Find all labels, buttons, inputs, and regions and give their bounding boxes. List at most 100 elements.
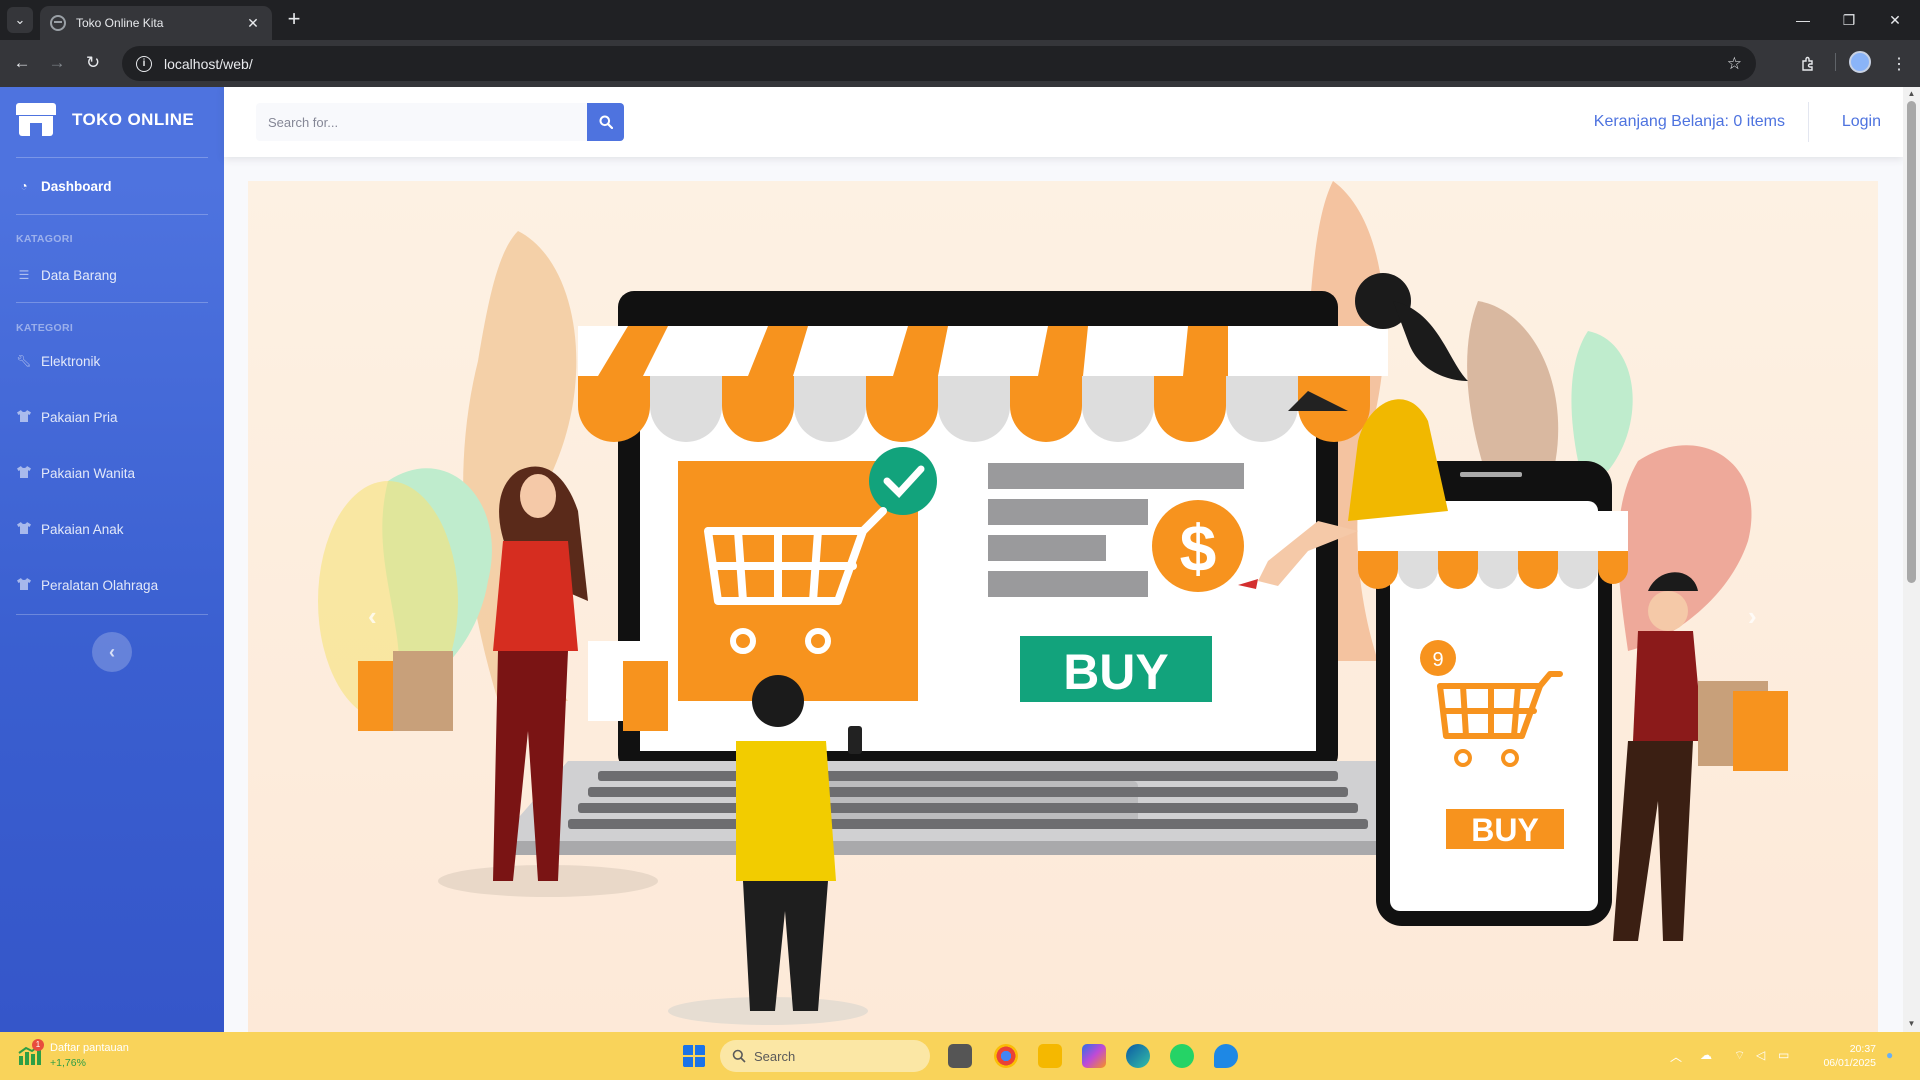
- toolbar-divider: [1835, 53, 1836, 71]
- browser-tab[interactable]: Toko Online Kita ✕: [40, 6, 272, 40]
- windows-start-icon[interactable]: [682, 1044, 706, 1068]
- sidebar: TOKO ONLINE ◔ Dashboard KATAGORI ☰ Data …: [0, 87, 224, 1032]
- wrench-icon: 🔧︎: [16, 354, 32, 368]
- carousel-prev-icon[interactable]: ‹: [368, 601, 377, 632]
- buy-label-laptop: BUY: [1063, 644, 1169, 700]
- sidebar-item-label: Pakaian Wanita: [41, 465, 136, 481]
- edge-icon[interactable]: [1126, 1044, 1150, 1068]
- search-icon: [599, 115, 613, 129]
- sidebar-divider: [16, 214, 208, 215]
- wifi-icon[interactable]: ⌔: [1734, 1048, 1745, 1063]
- sidebar-item-label: Data Barang: [41, 267, 117, 283]
- sidebar-item-label: Pakaian Pria: [41, 409, 118, 425]
- copilot-icon[interactable]: [1082, 1044, 1106, 1068]
- reload-button[interactable]: ↻: [80, 50, 106, 76]
- topbar-divider: [1808, 102, 1809, 142]
- watchlist-value: +1,76%: [50, 1057, 86, 1069]
- web-page: TOKO ONLINE ◔ Dashboard KATAGORI ☰ Data …: [0, 87, 1920, 1032]
- file-explorer-icon[interactable]: [1038, 1044, 1062, 1068]
- sidebar-toggle-button[interactable]: ‹: [92, 632, 132, 672]
- sidebar-item-data-barang[interactable]: ☰ Data Barang: [16, 263, 117, 287]
- store-icon: [16, 103, 56, 137]
- clock-date: 06/01/2025: [1823, 1057, 1876, 1069]
- sidebar-item-peralatan-olahraga[interactable]: Peralatan Olahraga: [16, 573, 158, 597]
- close-icon[interactable]: ✕: [244, 15, 262, 32]
- tachometer-icon: ◔: [20, 179, 28, 193]
- search-input[interactable]: [256, 103, 588, 141]
- scroll-thumb[interactable]: [1907, 101, 1916, 583]
- system-clock[interactable]: 20:37 06/01/2025: [1823, 1042, 1876, 1070]
- taskbar-search[interactable]: Search: [720, 1040, 930, 1072]
- bookmark-star-icon[interactable]: ☆: [1727, 54, 1742, 74]
- onedrive-icon[interactable]: ☁: [1700, 1048, 1712, 1062]
- tray-chevron-icon[interactable]: ︿: [1670, 1048, 1682, 1065]
- tshirt-icon: [16, 465, 32, 481]
- sidebar-item-label: Pakaian Anak: [41, 521, 124, 537]
- globe-icon: [50, 15, 66, 31]
- profile-avatar[interactable]: [1849, 51, 1871, 73]
- tshirt-icon: [16, 521, 32, 537]
- carousel-next-icon[interactable]: ›: [1748, 601, 1757, 632]
- brand-title: TOKO ONLINE: [72, 110, 195, 129]
- tab-search-button[interactable]: ⌄: [7, 7, 33, 33]
- cart-badge-number: 9: [1432, 649, 1443, 671]
- forward-button[interactable]: →: [44, 50, 70, 76]
- hero-illustration: $ BUY 9 BUY: [318, 181, 1788, 1025]
- watchlist-badge: 1: [32, 1039, 44, 1051]
- back-button[interactable]: ←: [9, 50, 35, 76]
- sidebar-item-pakaian-wanita[interactable]: Pakaian Wanita: [16, 461, 135, 485]
- topbar: Keranjang Belanja: 0 items Login: [224, 87, 1903, 157]
- sidebar-heading: KATAGORI: [16, 233, 73, 245]
- sidebar-divider: [16, 157, 208, 158]
- site-info-icon[interactable]: i: [136, 55, 152, 72]
- sidebar-divider: [16, 614, 208, 615]
- browser-menu-icon[interactable]: ⋮: [1886, 51, 1912, 77]
- watchlist-title[interactable]: Daftar pantauan: [50, 1042, 129, 1054]
- sidebar-item-label: Peralatan Olahraga: [41, 577, 159, 593]
- dollar-icon: $: [1180, 511, 1217, 585]
- sidebar-item-pakaian-anak[interactable]: Pakaian Anak: [16, 517, 124, 541]
- window-close-button[interactable]: ✕: [1872, 8, 1918, 32]
- battery-icon[interactable]: ▭: [1778, 1048, 1789, 1062]
- sidebar-divider: [16, 302, 208, 303]
- notification-icon[interactable]: ●: [1886, 1048, 1893, 1062]
- sidebar-item-label: Dashboard: [41, 178, 112, 194]
- sidebar-item-label: Elektronik: [41, 353, 101, 369]
- tshirt-icon: [16, 577, 32, 593]
- scroll-up-icon[interactable]: ▲: [1907, 89, 1916, 98]
- browser-toolbar: ← → ↻ i localhost/web/ ☆ ⋮: [0, 40, 1920, 87]
- os-taskbar: 1 Daftar pantauan +1,76% Search ︿ ☁ ⌔ ◁ …: [0, 1032, 1920, 1080]
- cart-link[interactable]: Keranjang Belanja: 0 items: [1594, 113, 1785, 131]
- buy-label-phone: BUY: [1471, 812, 1539, 848]
- new-tab-button[interactable]: +: [282, 8, 306, 30]
- sidebar-item-dashboard[interactable]: ◔ Dashboard: [16, 174, 112, 198]
- minimize-button[interactable]: —: [1780, 8, 1826, 32]
- database-icon: ☰: [18, 268, 30, 282]
- clock-time: 20:37: [1849, 1043, 1876, 1055]
- search-button[interactable]: [587, 103, 624, 141]
- login-link[interactable]: Login: [1842, 113, 1881, 131]
- url-text[interactable]: localhost/web/: [164, 56, 1727, 72]
- search-form: [256, 103, 624, 141]
- browser-tabstrip: ⌄ Toko Online Kita ✕ + — ❐ ✕: [0, 0, 1920, 40]
- taskbar-search-label: Search: [754, 1048, 796, 1064]
- restore-button[interactable]: ❐: [1826, 8, 1872, 32]
- whatsapp-icon[interactable]: [1170, 1044, 1194, 1068]
- main-content: $ BUY 9 BUY ‹ ›: [224, 157, 1903, 1032]
- tshirt-icon: [16, 409, 32, 425]
- extensions-icon[interactable]: [1795, 51, 1821, 77]
- address-bar[interactable]: i localhost/web/ ☆: [122, 46, 1756, 81]
- store-app-icon[interactable]: [1214, 1044, 1238, 1068]
- sidebar-item-elektronik[interactable]: 🔧︎ Elektronik: [16, 349, 100, 373]
- task-view-icon[interactable]: [948, 1044, 972, 1068]
- scroll-down-icon[interactable]: ▼: [1907, 1019, 1916, 1028]
- chrome-icon[interactable]: [994, 1044, 1018, 1068]
- hero-carousel: $ BUY 9 BUY ‹ ›: [248, 181, 1878, 1032]
- volume-icon[interactable]: ◁: [1756, 1048, 1765, 1062]
- tab-title: Toko Online Kita: [76, 16, 164, 30]
- search-icon: [732, 1049, 746, 1063]
- page-scrollbar[interactable]: ▲ ▼: [1903, 87, 1920, 1032]
- brand[interactable]: TOKO ONLINE: [16, 103, 194, 137]
- sidebar-item-pakaian-pria[interactable]: Pakaian Pria: [16, 405, 118, 429]
- sidebar-heading: KATEGORI: [16, 322, 74, 334]
